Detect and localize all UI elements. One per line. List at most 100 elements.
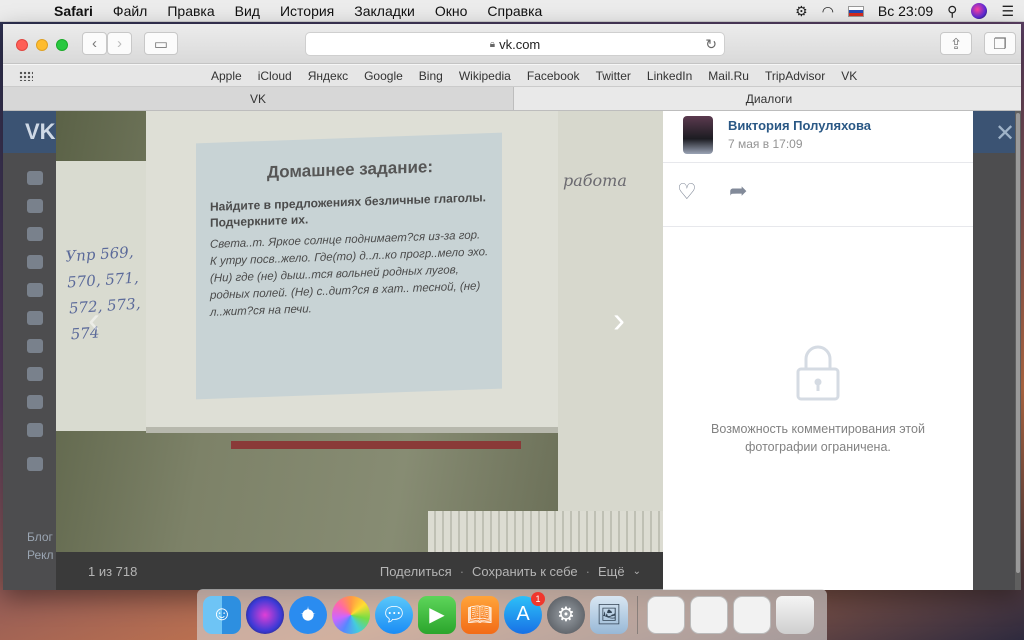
next-photo-arrow-icon[interactable]: › <box>613 299 625 341</box>
close-viewer-icon[interactable]: ✕ <box>995 119 1015 148</box>
post-date[interactable]: 7 мая в 17:09 <box>728 137 803 151</box>
wifi-icon[interactable]: ◠ <box>822 3 834 20</box>
facetime-icon[interactable]: ▶ <box>418 595 456 634</box>
photo-footer: 1 из 718 Поделиться · Сохранить к себе ·… <box>56 552 663 590</box>
author-name[interactable]: Виктория Полуляхова <box>728 118 871 133</box>
status-app-icon[interactable]: ⚙ <box>795 3 808 20</box>
spotlight-search-icon[interactable]: ⚲ <box>947 3 957 20</box>
tab-vk[interactable]: VK <box>3 87 514 110</box>
home-icon[interactable] <box>27 171 43 185</box>
more-actions-link[interactable]: Ещё <box>598 564 625 579</box>
address-bar[interactable]: 🔒︎ vk.com ↻ <box>305 32 725 56</box>
favorite-tripadvisor[interactable]: TripAdvisor <box>757 69 833 83</box>
menu-window[interactable]: Окно <box>425 3 478 19</box>
app-store-icon[interactable]: A 1 <box>504 591 545 634</box>
comments-disabled-message: Возможность комментирования этой фотогра… <box>711 422 925 454</box>
favorite-facebook[interactable]: Facebook <box>519 69 588 83</box>
menu-app-name[interactable]: Safari <box>44 3 103 19</box>
tab-dialogs[interactable]: Диалоги <box>514 87 1021 110</box>
games-icon[interactable] <box>27 395 43 409</box>
favorite-wikipedia[interactable]: Wikipedia <box>451 69 519 83</box>
finder-icon[interactable]: ☺ <box>203 595 241 634</box>
radiator <box>428 511 663 552</box>
close-window-button[interactable] <box>16 39 28 51</box>
share-button[interactable]: ⇪ <box>940 32 972 55</box>
scrollbar-thumb[interactable] <box>1016 113 1020 573</box>
browser-toolbar: ‹ › ▭ 🔒︎ vk.com ↻ ⇪ ❐ <box>3 24 1021 64</box>
whiteboard: Упр 569, 570, 571, 572, 573, 574 <box>56 161 151 431</box>
right-board-text: работа <box>563 171 627 190</box>
apps-icon[interactable] <box>27 457 43 471</box>
favorite-twitter[interactable]: Twitter <box>588 69 639 83</box>
author-avatar[interactable] <box>683 116 713 154</box>
siri-menu-icon[interactable] <box>971 3 988 19</box>
friends-icon[interactable] <box>27 255 43 269</box>
share-photo-link[interactable]: Поделиться <box>380 564 452 579</box>
sidebar-link-ads[interactable]: Рекл <box>27 548 54 562</box>
menu-edit[interactable]: Правка <box>157 3 224 19</box>
siri-icon[interactable] <box>246 595 284 634</box>
music-icon[interactable] <box>27 339 43 353</box>
downloads-stack-icon[interactable] <box>647 595 685 634</box>
minimize-window-button[interactable] <box>36 39 48 51</box>
safari-window: ‹ › ▭ 🔒︎ vk.com ↻ ⇪ ❐ Apple iCloud Яндек… <box>3 24 1021 590</box>
like-heart-icon[interactable]: ♡ <box>677 179 697 205</box>
preview-icon[interactable]: 🖼︎ <box>590 595 628 634</box>
menu-view[interactable]: Вид <box>225 3 270 19</box>
favorite-linkedin[interactable]: LinkedIn <box>639 69 700 83</box>
photos-icon[interactable] <box>332 595 370 634</box>
sidebar-link-blog[interactable]: Блог <box>27 530 53 544</box>
clock[interactable]: Вс 23:09 <box>878 3 933 19</box>
sidebar-toggle-icon[interactable]: ▭ <box>144 32 178 55</box>
separator-dot: · <box>459 563 465 579</box>
previous-photo-arrow-icon[interactable]: ‹ <box>88 299 100 341</box>
safari-icon[interactable]: ✦ <box>289 595 327 634</box>
back-button[interactable]: ‹ <box>82 32 107 55</box>
groups-icon[interactable] <box>27 283 43 297</box>
favorite-google[interactable]: Google <box>356 69 411 83</box>
right-board: работа <box>558 111 663 551</box>
russian-flag-icon[interactable] <box>847 5 864 17</box>
save-photo-link[interactable]: Сохранить к себе <box>472 564 578 579</box>
page-scrollbar[interactable] <box>1015 111 1021 590</box>
favorite-apple[interactable]: Apple <box>203 69 250 83</box>
vk-sidebar <box>27 171 47 485</box>
messages-icon[interactable] <box>27 227 43 241</box>
vk-logo-icon[interactable]: VK <box>25 119 56 145</box>
ibooks-icon[interactable]: 📖︎ <box>461 595 499 634</box>
favorite-icloud[interactable]: iCloud <box>250 69 300 83</box>
favorite-mailru[interactable]: Mail.Ru <box>700 69 757 83</box>
photo-counter: 1 из 718 <box>88 563 138 579</box>
slide-text: Света..т. Яркое солнце поднимает?ся из-з… <box>210 229 489 319</box>
lock-icon: 🔒︎ <box>489 38 496 50</box>
trash-icon[interactable] <box>776 595 814 634</box>
photos-icon[interactable] <box>27 311 43 325</box>
slide-title: Домашнее задание: <box>266 157 434 182</box>
whiteboard-text: Упр 569, 570, 571, 572, 573, 574 <box>64 242 142 344</box>
fullscreen-window-button[interactable] <box>56 39 68 51</box>
menu-help[interactable]: Справка <box>477 3 552 19</box>
messages-icon[interactable]: 💬︎ <box>375 595 413 634</box>
desktop-stack-icon[interactable] <box>733 595 771 634</box>
favorite-vk[interactable]: VK <box>833 69 865 83</box>
documents-stack-icon[interactable] <box>690 595 728 634</box>
documents-icon[interactable] <box>27 423 43 437</box>
menu-history[interactable]: История <box>270 3 344 19</box>
forward-button[interactable]: › <box>107 32 132 55</box>
system-preferences-icon[interactable]: ⚙ <box>547 595 585 634</box>
favorite-yandex[interactable]: Яндекс <box>300 69 356 83</box>
show-tabs-button[interactable]: ❐ <box>984 32 1016 55</box>
reload-icon[interactable]: ↻ <box>705 36 717 53</box>
menu-file[interactable]: Файл <box>103 3 157 19</box>
favorite-bing[interactable]: Bing <box>411 69 451 83</box>
menu-bookmarks[interactable]: Закладки <box>344 3 425 19</box>
url-text: vk.com <box>499 36 541 52</box>
photo-viewer-image[interactable]: Упр 569, 570, 571, 572, 573, 574 работа … <box>56 111 663 552</box>
share-arrow-icon[interactable]: ➦ <box>729 178 747 204</box>
top-sites-grid-icon[interactable] <box>19 70 33 81</box>
separator-dot: · <box>585 563 590 579</box>
videos-icon[interactable] <box>27 367 43 381</box>
notification-center-icon[interactable]: ☰ <box>1001 3 1014 20</box>
news-icon[interactable] <box>27 199 43 213</box>
projected-slide: Домашнее задание: Найдите в предложениях… <box>196 132 502 400</box>
